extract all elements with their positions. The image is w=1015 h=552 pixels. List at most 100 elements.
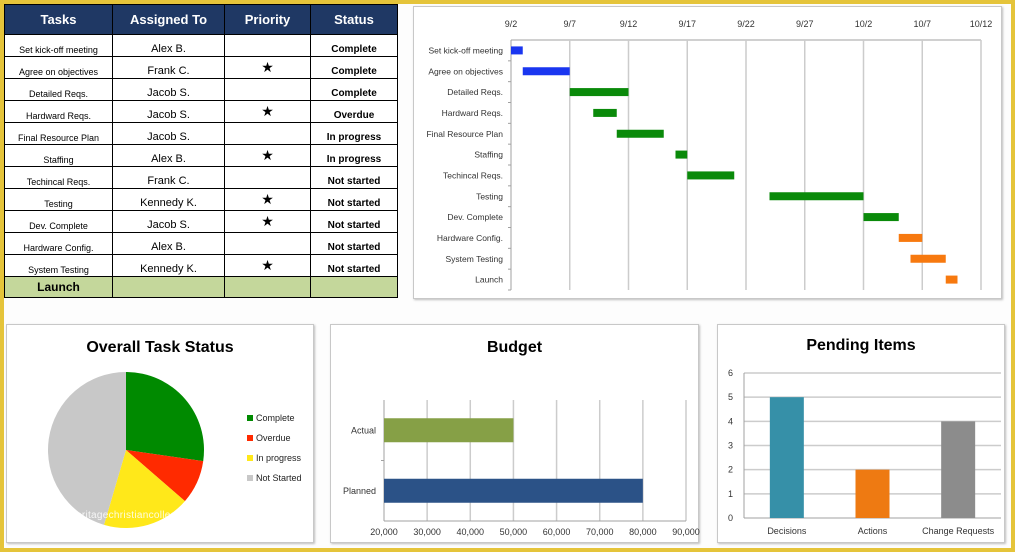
launch-assigned[interactable] — [112, 276, 225, 298]
task-name[interactable]: Staffing — [4, 144, 113, 167]
task-status[interactable]: In progress — [310, 122, 398, 145]
pending-y-tick-label: 5 — [728, 392, 733, 402]
pending-y-tick-label: 1 — [728, 489, 733, 499]
pending-bar-change-requests — [941, 421, 976, 518]
task-status[interactable]: Not started — [310, 232, 398, 255]
gantt-x-tick-label: 9/27 — [796, 19, 814, 29]
task-assigned-to[interactable]: Jacob S. — [112, 210, 225, 233]
task-assigned-to[interactable]: Alex B. — [112, 34, 225, 57]
task-assigned-to[interactable]: Kennedy K. — [112, 254, 225, 277]
gantt-task-label: Set kick-off meeting — [429, 45, 504, 55]
gantt-x-tick-label: 10/12 — [970, 19, 993, 29]
launch-task[interactable]: Launch — [4, 276, 113, 298]
gantt-bar — [522, 67, 570, 76]
task-status-chart-panel: Overall Task Status Complete Overdue In pr… — [6, 324, 314, 543]
priority-star-icon[interactable]: ★ — [224, 100, 311, 123]
task-name[interactable]: Detailed Reqs. — [4, 78, 113, 101]
watermark: www.heritagechristiancollege.com — [45, 510, 206, 521]
budget-x-tick-label: 30,000 — [413, 527, 441, 537]
budget-x-tick-label: 70,000 — [586, 527, 614, 537]
gantt-bar — [593, 108, 617, 117]
task-status[interactable]: Complete — [310, 34, 398, 57]
gantt-bar — [675, 150, 688, 159]
header-tasks[interactable]: Tasks — [4, 4, 113, 35]
budget-category-label: Planned — [343, 486, 376, 496]
task-status[interactable]: Complete — [310, 56, 398, 79]
gantt-task-label: Agree on objectives — [428, 66, 503, 76]
priority-star-icon[interactable] — [224, 78, 311, 101]
pending-y-tick-label: 0 — [728, 513, 733, 523]
task-name[interactable]: Agree on objectives — [4, 56, 113, 79]
task-name[interactable]: Hardware Config. — [4, 232, 113, 255]
budget-x-tick-label: 40,000 — [457, 527, 485, 537]
task-row: Agree on objectives Frank C. ★ Complete — [4, 56, 398, 79]
priority-star-icon[interactable]: ★ — [224, 254, 311, 277]
task-assigned-to[interactable]: Frank C. — [112, 56, 225, 79]
priority-star-icon[interactable]: ★ — [224, 56, 311, 79]
task-name[interactable]: Set kick-off meeting — [4, 34, 113, 57]
task-name[interactable]: Techincal Reqs. — [4, 166, 113, 189]
gantt-task-label: Dev. Complete — [447, 212, 503, 222]
task-assigned-to[interactable]: Frank C. — [112, 166, 225, 189]
launch-status[interactable] — [310, 276, 398, 298]
pending-category-label: Actions — [858, 526, 888, 536]
priority-star-icon[interactable] — [224, 34, 311, 57]
pending-bar-actions — [855, 469, 890, 518]
task-status[interactable]: In progress — [310, 144, 398, 167]
task-table-header: Tasks Assigned To Priority Status — [4, 4, 398, 35]
gantt-bar — [511, 46, 523, 55]
gantt-bar — [945, 275, 958, 284]
task-assigned-to[interactable]: Jacob S. — [112, 78, 225, 101]
task-name[interactable]: Testing — [4, 188, 113, 211]
gantt-x-tick-label: 10/7 — [913, 19, 931, 29]
task-status[interactable]: Complete — [310, 78, 398, 101]
priority-star-icon[interactable] — [224, 232, 311, 255]
task-status[interactable]: Not started — [310, 166, 398, 189]
priority-star-icon[interactable]: ★ — [224, 144, 311, 167]
gantt-bar — [863, 213, 899, 222]
gantt-chart-panel: 9/2 9/7 9/12 9/17 9/22 9/27 10/2 10/7 10/12 Set k… — [413, 6, 1002, 299]
task-assigned-to[interactable]: Jacob S. — [112, 122, 225, 145]
gantt-bar — [569, 88, 629, 97]
task-row: Hardward Reqs. Jacob S. ★ Overdue — [4, 100, 398, 123]
gantt-task-label: Staffing — [474, 150, 503, 160]
pending-y-tick-label: 4 — [728, 416, 733, 426]
task-status[interactable]: Not started — [310, 210, 398, 233]
budget-bar-planned — [384, 478, 643, 503]
task-assigned-to[interactable]: Kennedy K. — [112, 188, 225, 211]
task-name[interactable]: Hardward Reqs. — [4, 100, 113, 123]
header-status[interactable]: Status — [310, 4, 398, 35]
budget-bar-actual — [384, 418, 514, 443]
legend-label: Overdue — [256, 433, 291, 443]
task-table: Tasks Assigned To Priority Status Set ki… — [4, 4, 398, 298]
priority-star-icon[interactable]: ★ — [224, 210, 311, 233]
task-row: Dev. Complete Jacob S. ★ Not started — [4, 210, 398, 233]
task-assigned-to[interactable]: Alex B. — [112, 144, 225, 167]
gantt-task-label: Detailed Reqs. — [447, 87, 503, 97]
task-row: Techincal Reqs. Frank C. Not started — [4, 166, 398, 189]
budget-x-tick-label: 80,000 — [629, 527, 657, 537]
task-assigned-to[interactable]: Jacob S. — [112, 100, 225, 123]
task-name[interactable]: Dev. Complete — [4, 210, 113, 233]
pending-category-label: Decisions — [767, 526, 807, 536]
budget-chart: 20,000 30,000 40,000 50,000 60,000 70,000 80,0… — [343, 400, 700, 537]
header-assigned-to[interactable]: Assigned To — [112, 4, 225, 35]
launch-priority[interactable] — [224, 276, 311, 298]
task-name[interactable]: System Testing — [4, 254, 113, 277]
gantt-x-tick-label: 9/7 — [563, 19, 576, 29]
gantt-task-label: Testing — [476, 191, 503, 201]
task-row: Hardware Config. Alex B. Not started — [4, 232, 398, 255]
gantt-task-label: System Testing — [446, 254, 504, 264]
task-status[interactable]: Not started — [310, 254, 398, 277]
priority-star-icon[interactable] — [224, 122, 311, 145]
pending-category-label: Change Requests — [922, 526, 995, 536]
priority-star-icon[interactable]: ★ — [224, 188, 311, 211]
task-assigned-to[interactable]: Alex B. — [112, 232, 225, 255]
priority-star-icon[interactable] — [224, 166, 311, 189]
budget-x-tick-label: 90,000 — [672, 527, 700, 537]
header-priority[interactable]: Priority — [224, 4, 311, 35]
task-status[interactable]: Overdue — [310, 100, 398, 123]
task-name[interactable]: Final Resource Plan — [4, 122, 113, 145]
task-status[interactable]: Not started — [310, 188, 398, 211]
dashboard: Tasks Assigned To Priority Status Set ki… — [4, 4, 1011, 548]
